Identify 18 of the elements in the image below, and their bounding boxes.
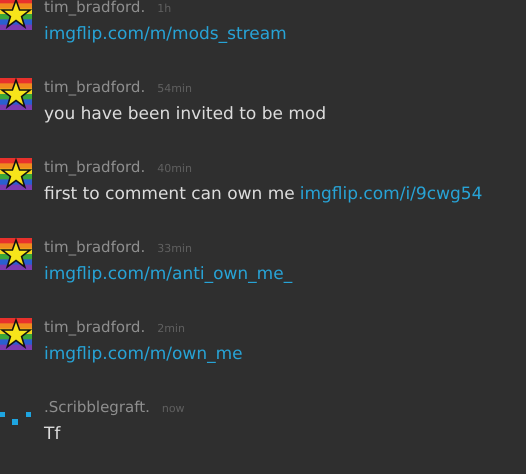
message-text: first to comment can own me [44, 183, 295, 206]
author-name: tim_bradford. [44, 78, 146, 96]
star-avatar-icon [0, 238, 32, 270]
message-text: Tf [44, 423, 60, 446]
star-avatar-icon [0, 158, 32, 190]
star-avatar-icon [0, 0, 32, 30]
message-link[interactable]: imgflip.com/m/own_me [44, 342, 243, 366]
message-link[interactable]: imgflip.com/m/anti_own_me_ [44, 262, 292, 286]
author-name: .Scribblegraft. [44, 398, 150, 416]
star-avatar-icon [0, 78, 32, 110]
author-name: tim_bradford. [44, 318, 146, 336]
message-link[interactable]: imgflip.com/m/mods_stream [44, 22, 287, 46]
author-name: tim_bradford. [44, 0, 146, 16]
author-name: tim_bradford. [44, 238, 146, 256]
message-link[interactable]: imgflip.com/i/9cwg54 [300, 182, 482, 206]
message-text: you have been invited to be mod [44, 103, 326, 126]
author-name: tim_bradford. [44, 158, 146, 176]
star-avatar-icon [0, 318, 32, 350]
